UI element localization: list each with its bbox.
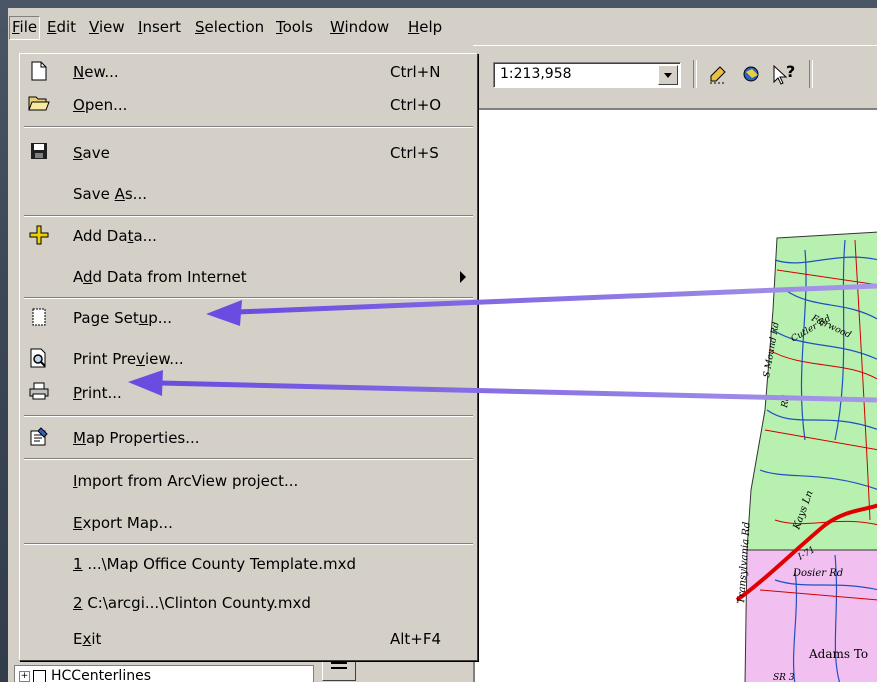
map-properties-icon [28, 427, 50, 449]
menu-separator [24, 215, 473, 217]
menu-separator [24, 415, 473, 417]
print-preview-icon [28, 348, 50, 370]
layer-name[interactable]: HCCenterlines [51, 668, 151, 682]
map-scale-value: 1:213,958 [500, 66, 572, 82]
menu-item-export-map[interactable]: Export Map... [20, 507, 477, 540]
edit-tool-icon[interactable] [705, 62, 731, 88]
menu-item-new[interactable]: New... Ctrl+N [20, 56, 477, 89]
expand-icon[interactable]: + [19, 671, 30, 682]
menu-item-add-data[interactable]: Add Data... [20, 220, 477, 253]
menu-separator [24, 458, 473, 460]
menu-item-import-arcview[interactable]: Import from ArcView project... [20, 465, 477, 498]
menu-item-map-properties[interactable]: Map Properties... [20, 422, 477, 455]
shortcut-new: Ctrl+N [390, 63, 441, 81]
page-setup-icon [28, 307, 50, 329]
menu-file[interactable]: File [9, 16, 41, 40]
menu-window[interactable]: Window [328, 16, 391, 38]
add-data-icon [28, 225, 50, 247]
submenu-arrow-icon [460, 271, 466, 283]
shortcut-open: Ctrl+O [390, 96, 442, 114]
menu-item-add-data-from-internet[interactable]: Add Data from Internet [20, 261, 477, 294]
menu-tools[interactable]: Tools [274, 16, 315, 38]
menu-help[interactable]: Help [406, 16, 444, 38]
arcmap-window: File Edit View Insert Selection Tools Wi… [8, 8, 877, 682]
map-scale-combobox[interactable]: 1:213,958 [493, 62, 681, 88]
menu-item-print[interactable]: Print... [20, 377, 477, 410]
new-document-icon [28, 61, 50, 83]
toolbar-separator [693, 60, 697, 88]
open-folder-icon [28, 94, 50, 116]
label-dosier-rd: Dosier Rd [792, 568, 843, 579]
label-adams-to: Adams To [808, 647, 868, 661]
menu-edit[interactable]: Edit [45, 16, 78, 38]
shortcut-exit: Alt+F4 [390, 630, 442, 648]
label-sr3: SR 3 [773, 673, 795, 682]
menu-item-open[interactable]: Open... Ctrl+O [20, 89, 477, 122]
layer-checkbox[interactable] [33, 670, 46, 682]
menu-item-save-as[interactable]: Save As... [20, 178, 477, 211]
identify-icon[interactable] [739, 62, 765, 88]
map-view[interactable]: Transylvania Rd Dosier Rd Adams To Kays … [473, 108, 877, 682]
menu-item-recent-1[interactable]: 1 ...\Map Office County Template.mxd [20, 548, 477, 581]
menu-bar: File Edit View Insert Selection Tools Wi… [8, 8, 877, 46]
menu-separator [24, 126, 473, 128]
scale-dropdown-arrow-icon[interactable] [658, 65, 678, 85]
menu-item-page-setup[interactable]: Page Setup... [20, 302, 477, 335]
menu-item-recent-2[interactable]: 2 C:\arcgi...\Clinton County.mxd [20, 587, 477, 620]
menu-view[interactable]: View [87, 16, 127, 38]
menu-separator [24, 543, 473, 545]
menu-selection[interactable]: Selection [193, 16, 266, 38]
printer-icon [28, 382, 50, 404]
menu-separator [24, 297, 473, 299]
file-menu-dropdown: New... Ctrl+N Open... Ctrl+O Save Ctrl+S… [19, 53, 478, 661]
menu-insert[interactable]: Insert [136, 16, 183, 38]
menu-item-exit[interactable]: Exit Alt+F4 [20, 623, 477, 656]
toolbar-separator [809, 60, 813, 88]
menu-item-save[interactable]: Save Ctrl+S [20, 137, 477, 170]
shortcut-save: Ctrl+S [390, 144, 439, 162]
save-disk-icon [28, 142, 50, 164]
toc-tree: + HCCenterlines [14, 665, 314, 682]
menu-item-print-preview[interactable]: Print Preview... [20, 343, 477, 376]
county-map: Transylvania Rd Dosier Rd Adams To Kays … [735, 231, 877, 682]
whats-this-help-icon[interactable]: ? [771, 62, 797, 88]
toolbar: 1:213,958 ? [473, 50, 877, 106]
